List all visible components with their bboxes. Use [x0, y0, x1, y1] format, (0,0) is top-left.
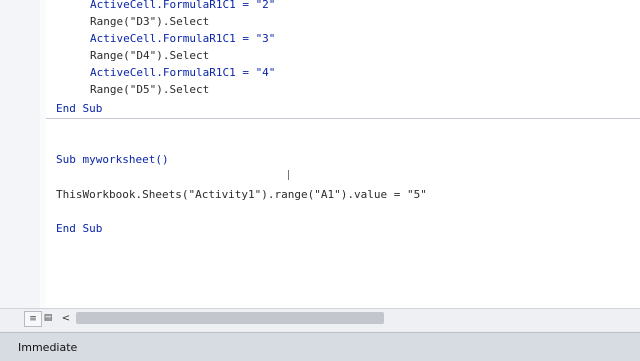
code-line[interactable]: ActiveCell.FormulaR1C1 = "4" [90, 64, 275, 81]
editor-left-gutter[interactable] [0, 0, 41, 308]
procedure-separator [46, 118, 640, 119]
code-line[interactable]: Range("D3").Select [90, 13, 209, 30]
code-line[interactable]: ActiveCell.FormulaR1C1 = "2" [90, 0, 275, 13]
margin-indicator-bar[interactable] [40, 0, 46, 308]
end-sub-line[interactable]: End Sub [56, 100, 102, 117]
code-editor[interactable]: ActiveCell.FormulaR1C1 = "2" Range("D3")… [0, 0, 640, 308]
immediate-window-title: Immediate [18, 341, 78, 354]
scroll-left-arrow[interactable]: < [60, 311, 72, 325]
code-line[interactable]: ActiveCell.FormulaR1C1 = "3" [90, 30, 275, 47]
procedure-view-icon[interactable]: ▤ [40, 311, 56, 325]
sub-declaration-line[interactable]: Sub myworksheet() [56, 151, 169, 168]
statement-line[interactable]: ThisWorkbook.Sheets("Activity1").range("… [56, 186, 427, 203]
text-cursor [288, 170, 289, 180]
scrollbar-thumb[interactable] [76, 312, 384, 324]
code-line[interactable]: Range("D5").Select [90, 81, 209, 98]
immediate-window[interactable]: Immediate [0, 332, 640, 361]
end-sub-line[interactable]: End Sub [56, 220, 102, 237]
code-line[interactable]: Range("D4").Select [90, 47, 209, 64]
